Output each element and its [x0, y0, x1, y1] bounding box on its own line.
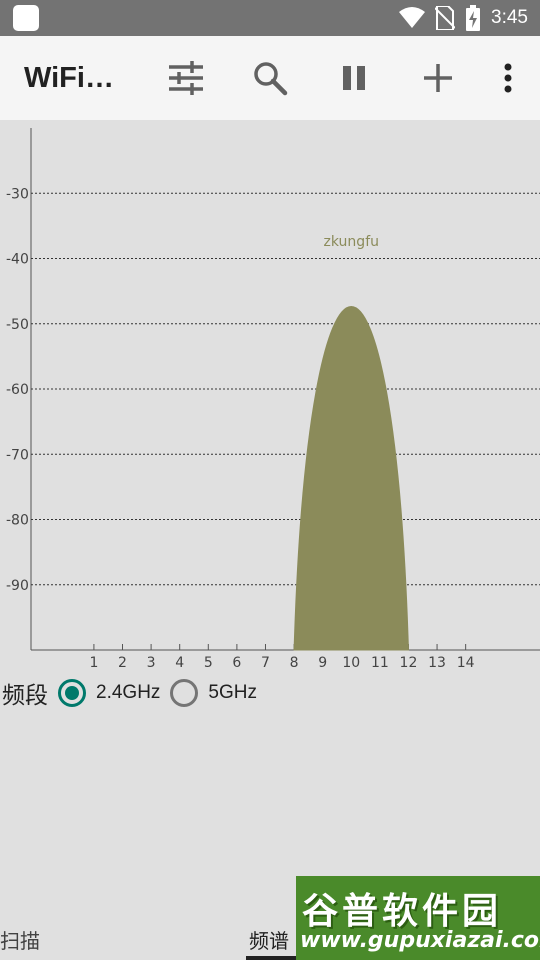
pause-button[interactable]	[332, 56, 376, 100]
x-tick-label: 1	[89, 655, 98, 671]
x-tick-label: 5	[204, 655, 213, 671]
app-bar: WiFi…	[0, 36, 540, 120]
y-tick-label: -30	[6, 186, 29, 202]
x-tick-label: 4	[175, 655, 184, 671]
y-tick-label: -50	[6, 317, 29, 333]
add-button[interactable]	[416, 56, 460, 100]
watermark-title: 谷普软件园	[302, 891, 503, 932]
x-tick-label: 6	[232, 655, 241, 671]
filter-button[interactable]	[164, 56, 208, 100]
radio-5ghz[interactable]	[170, 679, 199, 707]
x-tick-label: 7	[261, 655, 270, 671]
watermark: 谷普软件园 www.gupuxiazai.com	[296, 876, 540, 960]
more-options-button[interactable]	[486, 56, 530, 100]
nav-spectrum[interactable]: 频谱	[249, 925, 289, 954]
more-vert-icon	[504, 63, 512, 93]
y-tick-label: -80	[6, 513, 29, 529]
x-tick-label: 14	[457, 655, 475, 671]
x-tick-label: 11	[371, 655, 389, 671]
y-tick-label: -40	[6, 252, 29, 268]
x-tick-label: 8	[290, 655, 299, 671]
y-tick-label: -90	[6, 578, 29, 594]
status-time: 3:45	[491, 7, 528, 28]
radio-2ghz-label[interactable]: 2.4GHz	[96, 682, 160, 704]
network-ssid-label: zkungfu	[324, 234, 379, 250]
x-tick-label: 2	[118, 655, 127, 671]
nav-scan[interactable]: 扫描	[0, 925, 40, 954]
battery-icon	[466, 5, 481, 31]
pause-icon	[343, 66, 365, 90]
x-tick-label: 13	[428, 655, 446, 671]
status-bar: 3:45	[0, 0, 540, 36]
no-sim-icon	[435, 6, 456, 30]
radio-2ghz[interactable]	[58, 679, 86, 707]
band-label: 频段	[2, 683, 48, 709]
x-tick-label: 12	[400, 655, 418, 671]
y-tick-label: -70	[6, 447, 29, 463]
search-icon	[254, 62, 288, 96]
channel-graph-svg: -30-40-50-60-70-80-901 2 3 4 5 6 7 8 9 10 11 12 13 14…	[6, 128, 540, 671]
filter-icon	[169, 61, 203, 95]
band-selector: 频段 2.4GHz 5GHz	[0, 675, 540, 711]
add-icon	[424, 64, 452, 92]
watermark-url: www.gupuxiazai.com	[300, 928, 540, 953]
channel-graph: -30 -40 -50 -60 -70 -80 -90 1 2 3 4 5 6 7 8 9 10 11 12 13 14…	[0, 120, 540, 680]
x-tick-label: 10	[342, 655, 360, 671]
search-button[interactable]	[248, 56, 292, 100]
radio-5ghz-label[interactable]: 5GHz	[208, 682, 257, 704]
x-tick-label: 9	[318, 655, 327, 671]
app-title: WiFi…	[24, 62, 114, 94]
wifi-icon	[399, 7, 426, 28]
x-tick-label: 3	[147, 655, 156, 671]
app-icon	[13, 5, 39, 31]
network-signal-area	[293, 306, 409, 651]
y-tick-label: -60	[6, 382, 29, 398]
status-icons: 3:45	[399, 0, 528, 36]
